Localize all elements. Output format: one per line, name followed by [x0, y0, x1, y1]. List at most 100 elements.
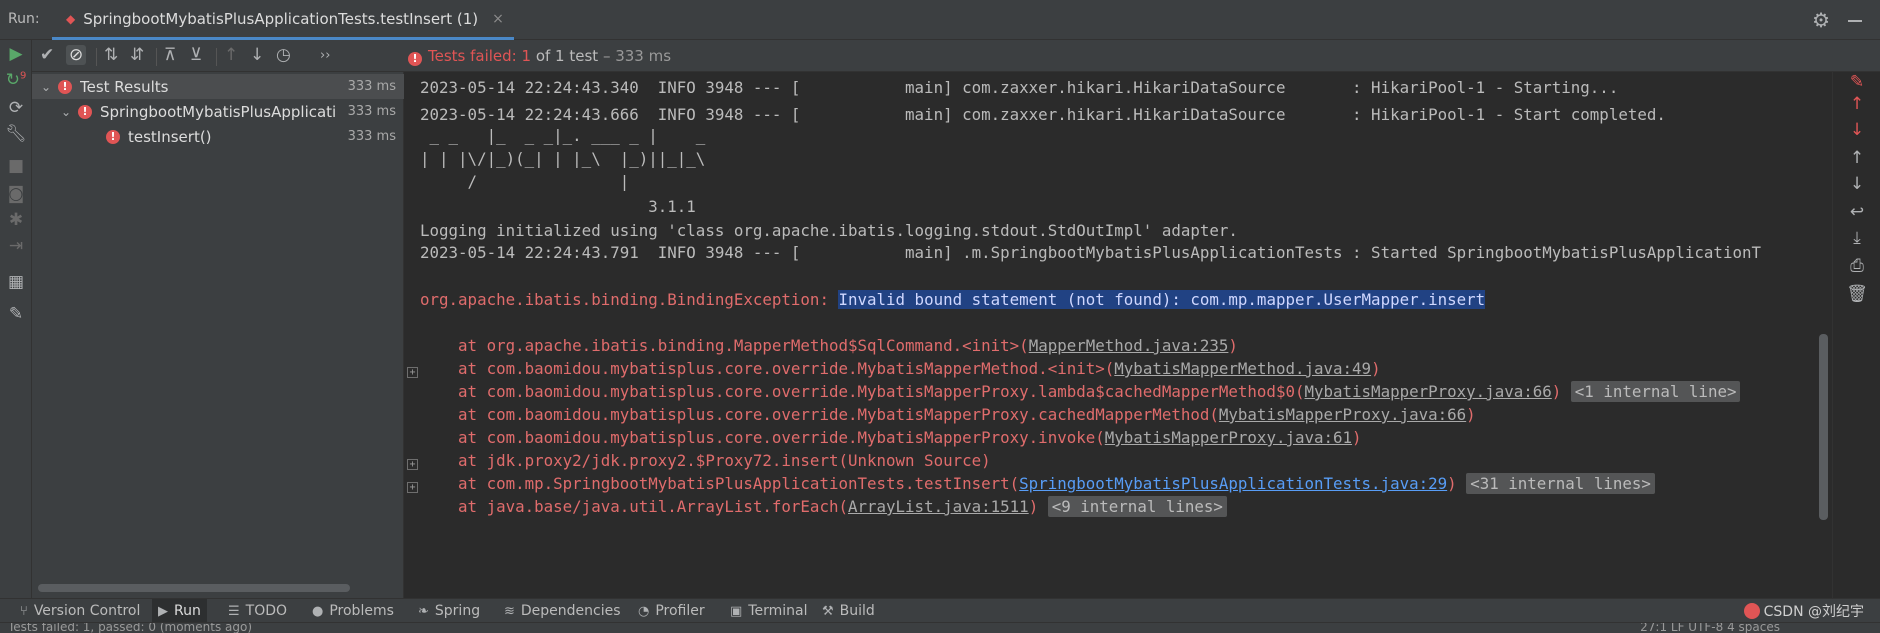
run-left-toolbar: ▶ ↻9 ⟳ 🔧︎ ■ ◙ ✱ ⇥ ▦ ✎ — [0, 40, 32, 598]
tree-node-time: 333 ms — [347, 79, 396, 94]
source-link[interactable]: MybatisMapperMethod.java:49 — [1114, 359, 1371, 378]
tree-node-time: 333 ms — [347, 129, 396, 144]
expand-fold-icon[interactable]: + — [407, 367, 418, 378]
debug-bug-icon[interactable]: ✱ — [0, 210, 32, 230]
tab-dependencies[interactable]: ≋ Dependencies — [498, 599, 627, 623]
gear-icon[interactable]: ⚙ — [1812, 8, 1830, 32]
tree-node-label: Test Results — [80, 77, 169, 96]
csdn-watermark: CSDN @刘纪宇 — [1743, 601, 1864, 621]
tests-duration: – 333 ms — [602, 47, 672, 65]
tab-terminal[interactable]: ▣ Terminal — [724, 599, 813, 623]
expand-fold-icon[interactable]: + — [407, 482, 418, 493]
layout-icon[interactable]: ▦ — [0, 272, 32, 292]
up-stack-arrow-icon[interactable]: ↑ — [1833, 148, 1880, 168]
more-chevron-icon[interactable]: ›› — [320, 48, 330, 63]
pin-icon[interactable]: ✎ — [0, 304, 32, 324]
console-line: 2023-05-14 22:24:43.791 INFO 3948 --- [ … — [420, 243, 1761, 262]
exception-message-selected[interactable]: Invalid bound statement (not found): com… — [838, 290, 1486, 309]
tab-profiler[interactable]: ◔ Profiler — [632, 599, 711, 623]
tab-spring[interactable]: ❧ Spring — [412, 599, 486, 623]
rerun-failed-tests-button[interactable]: ↻9 — [0, 70, 32, 90]
tab-label: Profiler — [655, 603, 705, 619]
source-link[interactable]: MapperMethod.java:235 — [1029, 336, 1229, 355]
tab-todo[interactable]: ☰ TODO — [222, 599, 293, 623]
console-output[interactable]: 2023-05-14 22:24:43.340 INFO 3948 --- [ … — [405, 72, 1832, 598]
soft-wrap-icon[interactable]: ↩ — [1833, 202, 1880, 222]
test-failed-icon: ! — [408, 52, 422, 66]
run-tool-window-header: Run: ◆ SpringbootMybatisPlusApplicationT… — [0, 0, 1880, 40]
branch-icon: ⑂ — [20, 603, 28, 619]
source-link[interactable]: MybatisMapperProxy.java:66 — [1304, 382, 1551, 401]
tab-label: Version Control — [33, 603, 141, 619]
source-link[interactable]: MybatisMapperProxy.java:66 — [1219, 405, 1466, 424]
tab-label: Dependencies — [520, 603, 621, 619]
previous-error-arrow-up-icon[interactable]: ↑ — [1833, 94, 1880, 114]
expand-fold-icon[interactable]: + — [407, 459, 418, 470]
hammer-icon: ⚒ — [822, 603, 834, 619]
trash-icon[interactable]: 🗑︎ — [1833, 284, 1880, 304]
toggle-auto-test-icon[interactable]: ⟳ — [0, 98, 32, 118]
run-label: Run: — [8, 11, 40, 27]
tree-horizontal-scrollbar[interactable] — [38, 584, 350, 592]
stop-icon[interactable]: ■ — [0, 156, 32, 176]
tree-node-test-method[interactable]: ! testInsert() 333 ms — [32, 124, 404, 149]
next-error-arrow-down-icon[interactable]: ↓ — [1833, 120, 1880, 140]
banner-line: / | — [420, 172, 630, 191]
camera-icon[interactable]: ◙ — [0, 184, 32, 204]
tab-build[interactable]: ⚒ Build — [816, 599, 881, 623]
login-exit-icon[interactable]: ⇥ — [0, 236, 32, 256]
tree-node-test-results[interactable]: ⌄ ! Test Results 333 ms — [32, 74, 404, 99]
collapse-all-icon[interactable]: ⊻ — [190, 45, 202, 65]
stack-frame: at java.base/java.util.ArrayList.forEach… — [420, 493, 1227, 520]
print-icon[interactable]: ⎙ — [1833, 256, 1880, 276]
tree-node-label: SpringbootMybatisPlusApplicati — [100, 102, 337, 121]
next-failed-arrow-down-icon[interactable]: ↓ — [250, 45, 264, 65]
tab-run[interactable]: ▶ Run — [152, 599, 207, 623]
show-ignored-icon[interactable]: ⊘ — [66, 45, 87, 65]
sort-alphabetically-icon[interactable]: ⇅ — [104, 45, 118, 65]
source-link[interactable]: MybatisMapperProxy.java:61 — [1105, 428, 1352, 447]
hide-panel-button[interactable] — [1848, 20, 1862, 22]
edit-pencil-icon[interactable]: ✎ — [1833, 72, 1880, 92]
source-link[interactable]: ArrayList.java:1511 — [848, 497, 1029, 516]
list-icon: ☰ — [228, 603, 240, 619]
rerun-play-icon[interactable]: ▶ — [0, 44, 32, 64]
tab-label: Run — [174, 603, 201, 619]
status-message[interactable]: Tests failed: 1, passed: 0 (moments ago) — [8, 623, 252, 633]
history-clock-icon[interactable]: ◷ — [276, 45, 291, 65]
tree-node-test-class[interactable]: ⌄ ! SpringbootMybatisPlusApplicati 333 m… — [32, 99, 404, 124]
status-right-info[interactable]: 27:1 LF UTF-8 4 spaces — [1640, 623, 1780, 633]
test-failed-icon: ! — [106, 129, 120, 144]
chevron-down-icon[interactable]: ⌄ — [58, 105, 74, 119]
console-vertical-scrollbar[interactable] — [1819, 334, 1828, 520]
test-failed-icon: ! — [58, 79, 72, 94]
console-line: 2023-05-14 22:24:43.340 INFO 3948 --- [ … — [420, 78, 1619, 97]
tab-version-control[interactable]: ⑂ Version Control — [14, 599, 146, 623]
folded-internal-lines[interactable]: <31 internal lines> — [1466, 473, 1655, 494]
scroll-to-end-icon[interactable]: ⤓ — [1833, 228, 1880, 248]
layers-icon: ≋ — [504, 603, 515, 619]
test-results-tree: ⌄ ! Test Results 333 ms ⌄ ! SpringbootMy… — [32, 72, 404, 598]
tab-label: Problems — [329, 603, 394, 619]
sort-by-duration-icon[interactable]: ⇵ — [130, 45, 144, 65]
chevron-down-icon[interactable]: ⌄ — [38, 80, 54, 94]
terminal-icon: ▣ — [730, 603, 743, 619]
folded-internal-lines[interactable]: <1 internal line> — [1570, 381, 1741, 402]
folded-internal-lines[interactable]: <9 internal lines> — [1047, 496, 1227, 517]
tab-problems[interactable]: ● Problems — [306, 599, 400, 623]
tree-node-label: testInsert() — [128, 127, 212, 146]
tests-failed-count: Tests failed: 1 — [428, 47, 532, 65]
warning-icon: ● — [312, 603, 324, 619]
previous-failed-arrow-up-icon[interactable]: ↑ — [224, 45, 238, 65]
run-config-tab[interactable]: ◆ SpringbootMybatisPlusApplicationTests.… — [52, 0, 514, 40]
tool-window-bar: ⑂ Version Control ▶ Run ☰ TODO ● Problems ❧ S… — [0, 598, 1880, 623]
leaf-icon: ❧ — [418, 603, 429, 619]
wrench-icon[interactable]: 🔧︎ — [0, 124, 32, 144]
source-link[interactable]: SpringbootMybatisPlusApplicationTests.ja… — [1019, 474, 1447, 493]
close-tab-button[interactable]: × — [492, 11, 504, 27]
down-stack-arrow-icon[interactable]: ↓ — [1833, 174, 1880, 194]
expand-all-icon[interactable]: ⊼ — [164, 45, 176, 65]
csdn-logo-icon — [1743, 603, 1760, 619]
show-passed-check-icon[interactable]: ✔ — [40, 45, 54, 65]
toolbar-separator — [156, 48, 157, 66]
